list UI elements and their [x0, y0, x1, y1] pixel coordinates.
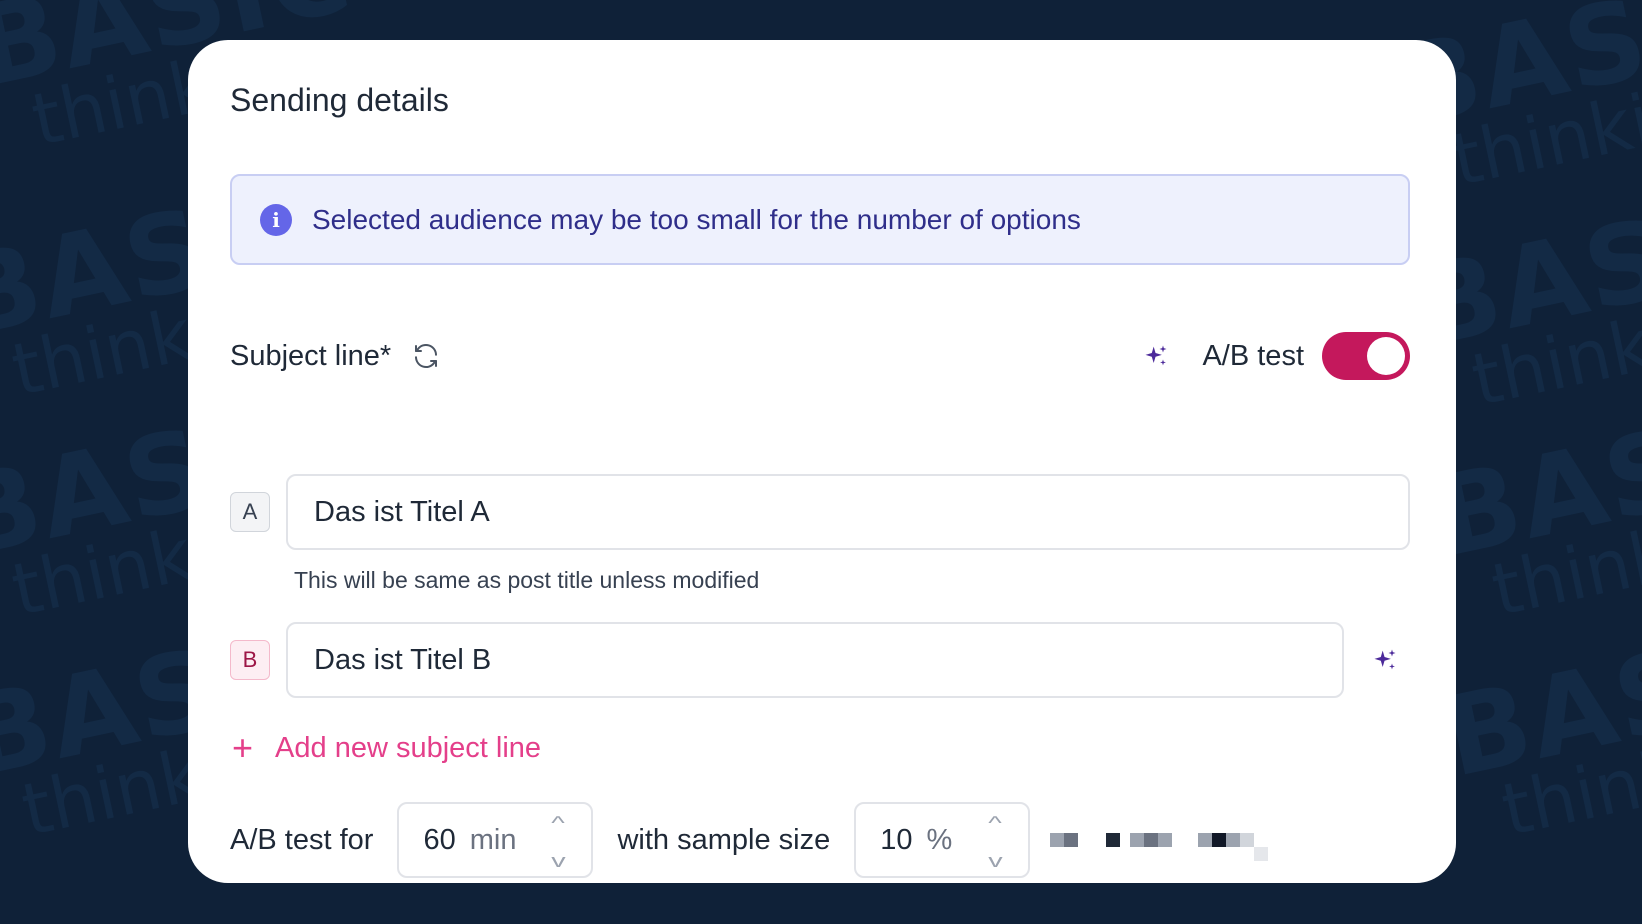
watermark-logo: BASIC thinking	[1424, 377, 1642, 633]
ab-test-label: A/B test	[1202, 339, 1304, 372]
sample-size-unit: %	[926, 823, 953, 856]
chevron-down-icon[interactable]: v	[552, 852, 566, 870]
plus-icon: +	[232, 727, 254, 768]
alert-text: Selected audience may be too small for t…	[312, 203, 1081, 235]
ab-test-toggle[interactable]	[1322, 332, 1410, 380]
chevron-up-icon[interactable]: ^	[989, 814, 1003, 832]
duration-unit: min	[469, 823, 517, 856]
subject-input-b[interactable]: Das ist Titel B	[286, 622, 1344, 698]
ab-test-settings: A/B test for 60 min ^ v with sample size…	[230, 802, 1269, 878]
ab-test-for-label: A/B test for	[230, 823, 374, 856]
card-title: Sending details	[230, 82, 449, 118]
sample-size-value[interactable]: 10	[880, 824, 912, 857]
variant-badge-b: B	[230, 640, 270, 680]
chevron-up-icon[interactable]: ^	[552, 814, 566, 832]
sample-size-stepper[interactable]: 10 % ^ v	[854, 802, 1031, 878]
subject-input-a[interactable]: Das ist Titel A	[286, 474, 1410, 550]
watermark-logo: BASIC thinking	[1434, 597, 1642, 853]
toggle-knob	[1367, 337, 1405, 375]
sample-size-arrows: ^ v	[989, 814, 1003, 870]
redacted-text	[1050, 819, 1269, 861]
sparkle-icon[interactable]	[1142, 342, 1170, 370]
sending-details-card: Sending details i Selected audience may …	[188, 40, 1456, 883]
variant-badge-a: A	[230, 492, 270, 532]
subject-line-header: Subject line* A/B test	[230, 325, 1410, 387]
duration-stepper[interactable]: 60 min ^ v	[397, 802, 594, 878]
add-subject-line-label: Add new subject line	[275, 731, 542, 764]
duration-value[interactable]: 60	[423, 824, 455, 857]
subject-line-label: Subject line*	[230, 339, 392, 372]
sample-size-label: with sample size	[617, 823, 831, 856]
subject-hint: This will be same as post title unless m…	[294, 567, 760, 593]
chevron-down-icon[interactable]: v	[989, 852, 1003, 870]
refresh-icon[interactable]	[411, 341, 441, 371]
duration-arrows: ^ v	[552, 814, 566, 870]
info-icon: i	[260, 203, 292, 236]
info-alert: i Selected audience may be too small for…	[230, 174, 1410, 265]
add-subject-line-button[interactable]: + Add new subject line	[232, 730, 541, 766]
sparkle-icon[interactable]	[1371, 646, 1399, 674]
